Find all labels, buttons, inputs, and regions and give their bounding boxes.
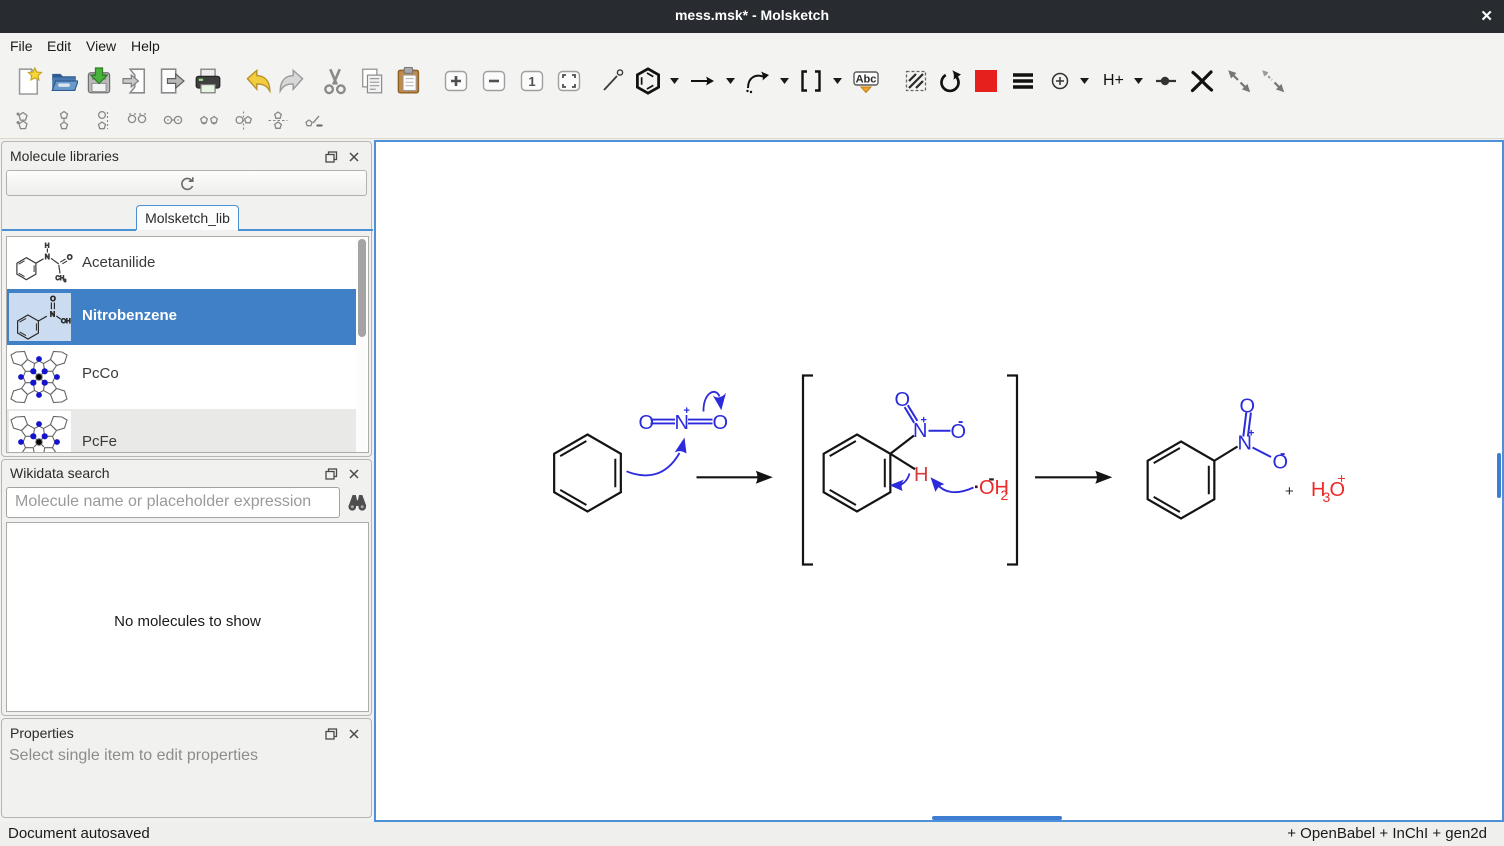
svg-text:+: + [1338,470,1346,486]
svg-text:+: + [684,405,690,417]
svg-text:-: - [989,468,995,488]
svg-text:2: 2 [1001,487,1009,503]
svg-text:OH: OH [61,318,71,325]
svg-text:-: - [958,413,963,430]
svg-text:-: - [1280,445,1285,462]
svg-text:O: O [50,296,56,303]
svg-text:1: 1 [528,74,535,89]
svg-text:O: O [713,412,729,434]
svg-text:Abc: Abc [856,74,877,86]
svg-text:+: + [1285,483,1294,500]
svg-text:+: + [921,415,927,427]
svg-text:O: O [1240,396,1256,418]
svg-text:O: O [895,389,911,411]
svg-text:H: H [914,464,928,486]
svg-text:N: N [50,311,55,318]
svg-text:H: H [45,243,50,250]
svg-text:3: 3 [64,278,67,283]
svg-text:N: N [45,254,50,261]
svg-text:O: O [67,255,73,262]
